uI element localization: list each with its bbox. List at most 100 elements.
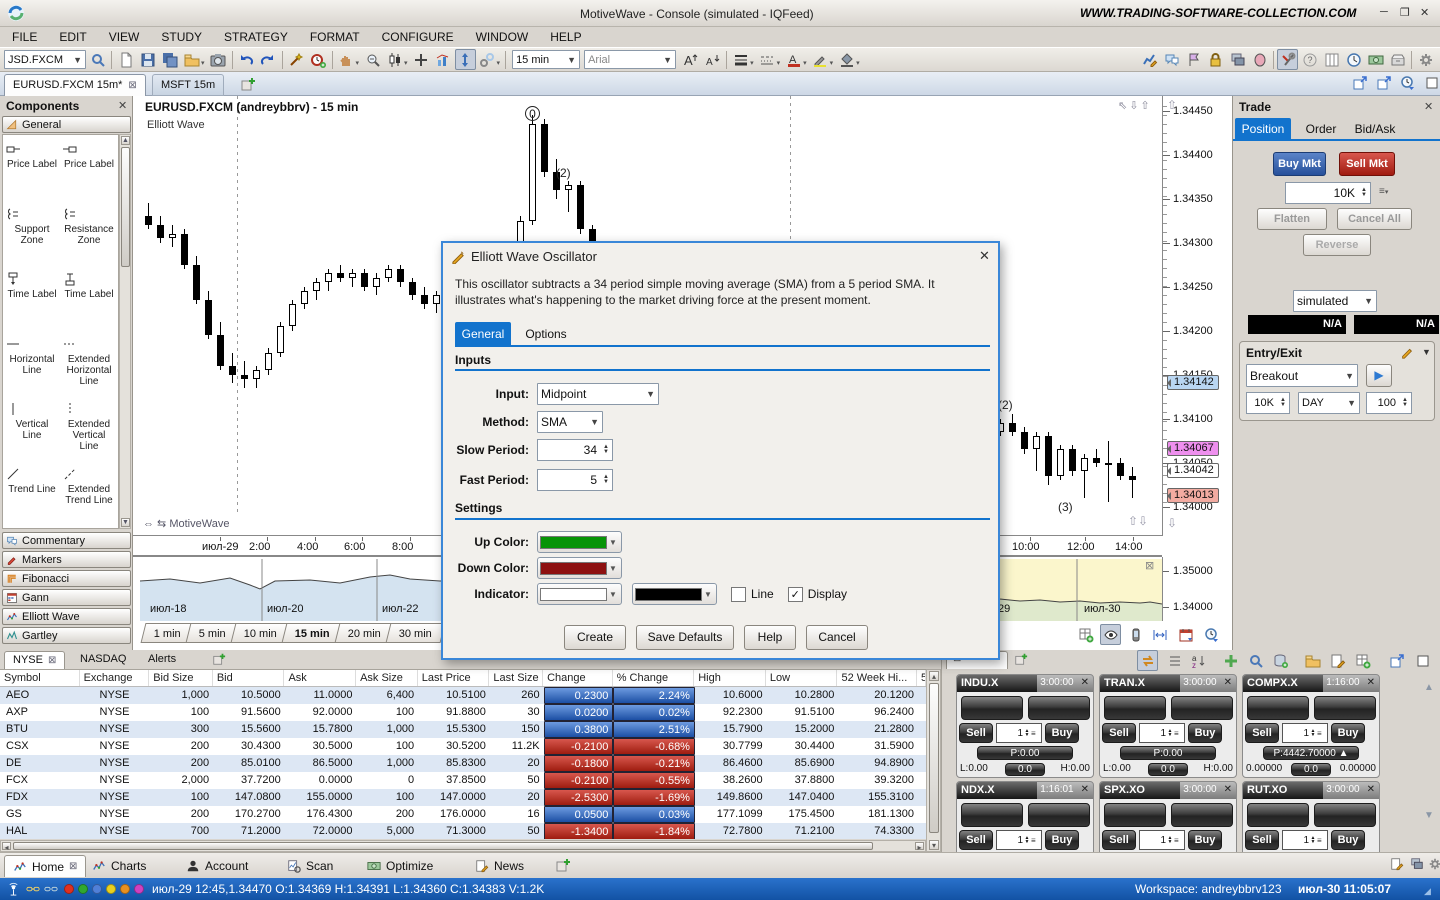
open-watchlist-icon[interactable] (1302, 650, 1323, 671)
column-header-symbol[interactable]: Symbol (0, 670, 80, 686)
quotes-tab-nyse[interactable]: NYSE⊠ (4, 651, 65, 669)
line-checkbox[interactable] (731, 587, 746, 602)
method-select[interactable]: SMA▼ (537, 411, 603, 433)
account-money-icon[interactable] (1365, 49, 1386, 70)
maximize-button[interactable]: ❐ (1400, 6, 1410, 19)
table-row-HAL[interactable]: HALNYSE70071.200072.00005,00071.300050-1… (0, 823, 926, 839)
link-icon[interactable] (26, 882, 40, 896)
dom-bid-button[interactable] (1104, 696, 1166, 720)
account-select[interactable]: simulated▼ (1293, 290, 1377, 312)
link-dot[interactable] (92, 884, 102, 894)
dom-qty-stepper[interactable]: 1▲▼≡ (1139, 830, 1185, 850)
dom-buy-button[interactable]: Buy (1188, 830, 1222, 850)
component-item[interactable]: Horizontal Line (5, 334, 59, 397)
grid-columns-icon[interactable] (1321, 49, 1342, 70)
dialog-close-icon[interactable]: ✕ (979, 248, 990, 264)
popout-panel-icon[interactable] (1386, 650, 1407, 671)
dom-close-icon[interactable]: ✕ (1220, 675, 1236, 692)
components-close-icon[interactable]: ✕ (118, 99, 127, 112)
dom-position-button[interactable]: P:4442.70000 ▲ (1263, 746, 1359, 760)
column-header-high[interactable]: High (694, 670, 766, 686)
column-header-last-price[interactable]: Last Price (418, 670, 490, 686)
column-header-52-week-hi-[interactable]: 52 Week Hi... (837, 670, 917, 686)
scroll-up-icon[interactable]: ▴ (929, 671, 939, 681)
dom-sell-button[interactable]: Sell (959, 830, 993, 850)
dom-add-tab-icon[interactable] (1014, 652, 1028, 666)
menu-item-window[interactable]: WINDOW (476, 30, 529, 44)
qty-presets-icon[interactable]: ≡ (1174, 836, 1184, 845)
table-row-CSX[interactable]: CSXNYSE20030.430030.500010030.520011.2K-… (0, 738, 926, 755)
font-decrease-icon[interactable]: A (702, 49, 723, 70)
dom-buy-button[interactable]: Buy (1188, 723, 1222, 743)
column-header--change[interactable]: % Change (613, 670, 695, 686)
price-axis[interactable]: ⇧⇩1.344501.344001.343501.343001.342501.3… (1162, 96, 1232, 536)
qty-presets-icon[interactable]: ≡ (1317, 729, 1327, 738)
page-tab-home[interactable]: Home⊠ (4, 855, 86, 877)
display-checkbox[interactable]: ✓ (788, 587, 803, 602)
quantity-presets-icon[interactable]: ≡▾ (1379, 186, 1388, 197)
vscroll-thumb[interactable] (929, 683, 939, 833)
link-charts-icon[interactable] (477, 49, 498, 70)
pan-tool-icon[interactable] (336, 49, 357, 70)
scroll-right-icon[interactable]: ▸ (915, 842, 924, 850)
page-tab-scan[interactable]: Scan (279, 855, 341, 877)
table-row-DE[interactable]: DENYSE20085.010086.50001,00085.830020-0.… (0, 755, 926, 772)
comments-icon[interactable] (1161, 49, 1182, 70)
save-all-icon[interactable] (159, 49, 180, 70)
dom-sell-button[interactable]: Sell (1245, 723, 1279, 743)
settings-gear-icon[interactable] (1415, 49, 1436, 70)
menu-item-format[interactable]: FORMAT (310, 30, 360, 44)
dom-qty-stepper[interactable]: 1▲▼≡ (1282, 830, 1328, 850)
link-dot[interactable] (120, 884, 130, 894)
dom-close-icon[interactable]: ✕ (1363, 782, 1379, 799)
pane-nav-icons[interactable]: ⇖⇩⇧ (1118, 99, 1152, 112)
search-icon[interactable] (87, 49, 108, 70)
cancel-button[interactable]: Cancel (806, 625, 868, 650)
components-section-gann[interactable]: Gann (2, 589, 131, 606)
qty-presets-icon[interactable]: ≡ (1317, 836, 1327, 845)
highlight-icon[interactable] (810, 49, 831, 70)
panel-drawer-icon[interactable] (1387, 49, 1408, 70)
dom-close-icon[interactable]: ✕ (1363, 675, 1379, 692)
flatten-button[interactable]: Flatten (1257, 208, 1327, 230)
line-width-icon[interactable] (730, 49, 751, 70)
dom-sell-button[interactable]: Sell (959, 723, 993, 743)
stepper-arrows-icon[interactable]: ▲▼ (1023, 729, 1031, 737)
fit-width-icon[interactable] (1149, 624, 1170, 645)
sell-mkt-button[interactable]: Sell Mkt (1339, 152, 1395, 176)
popout-chart-icon[interactable] (1376, 75, 1392, 91)
dom-bid-button[interactable] (1247, 696, 1309, 720)
dom-ask-button[interactable] (1028, 696, 1090, 720)
link-dot[interactable] (64, 884, 74, 894)
menu-item-strategy[interactable]: STRATEGY (224, 30, 288, 44)
dom-ask-button[interactable] (1314, 696, 1376, 720)
dom-position-button[interactable]: P:0.00 (977, 746, 1073, 760)
pane-scroll-icons[interactable]: ⇧⇩ (1128, 514, 1148, 528)
new-chart-icon[interactable] (115, 49, 136, 70)
trade-tab-bidask[interactable]: Bid/Ask (1349, 118, 1401, 140)
dom-qty-stepper[interactable]: 1▲▼≡ (1282, 723, 1328, 743)
save-defaults-button[interactable]: Save Defaults (636, 625, 734, 650)
entry-qty-stepper[interactable]: 10K▲▼ (1246, 392, 1290, 414)
trade-tab-order[interactable]: Order (1297, 118, 1345, 140)
copy-page-icon[interactable] (1410, 857, 1424, 871)
table-row-AEO[interactable]: AEONYSE1,00010.500011.00006,40010.510026… (0, 687, 926, 704)
dom-sell-button[interactable]: Sell (1102, 830, 1136, 850)
trade-panel-close-icon[interactable]: ✕ (1424, 100, 1433, 113)
component-item[interactable]: Time Label (62, 269, 116, 332)
edit-watchlist-icon[interactable] (1327, 650, 1348, 671)
column-header-5[interactable]: 5 (917, 670, 926, 686)
maximize-dom-icon[interactable] (1412, 650, 1433, 671)
stepper-arrows-icon[interactable]: ▲▼ (1309, 836, 1317, 844)
component-item[interactable]: Resistance Zone (62, 204, 116, 267)
timeframe-tab-15min[interactable]: 15 min (281, 623, 343, 643)
layers-icon[interactable] (1227, 49, 1248, 70)
table-row-FCX[interactable]: FCXNYSE2,00037.72000.0000037.850050-0.21… (0, 772, 926, 789)
replay-icon[interactable] (1400, 75, 1416, 91)
dom-qty-stepper[interactable]: 1▲▼≡ (996, 830, 1042, 850)
stepper-arrows-icon[interactable]: ▲▼ (1358, 188, 1370, 198)
dom-position-button[interactable]: P:0.00 (1120, 746, 1216, 760)
stepper-arrows-icon[interactable]: ▲▼ (1166, 729, 1174, 737)
column-header-last-size[interactable]: Last Size (489, 670, 543, 686)
scroll-down-icon[interactable]: ▾ (929, 840, 939, 850)
